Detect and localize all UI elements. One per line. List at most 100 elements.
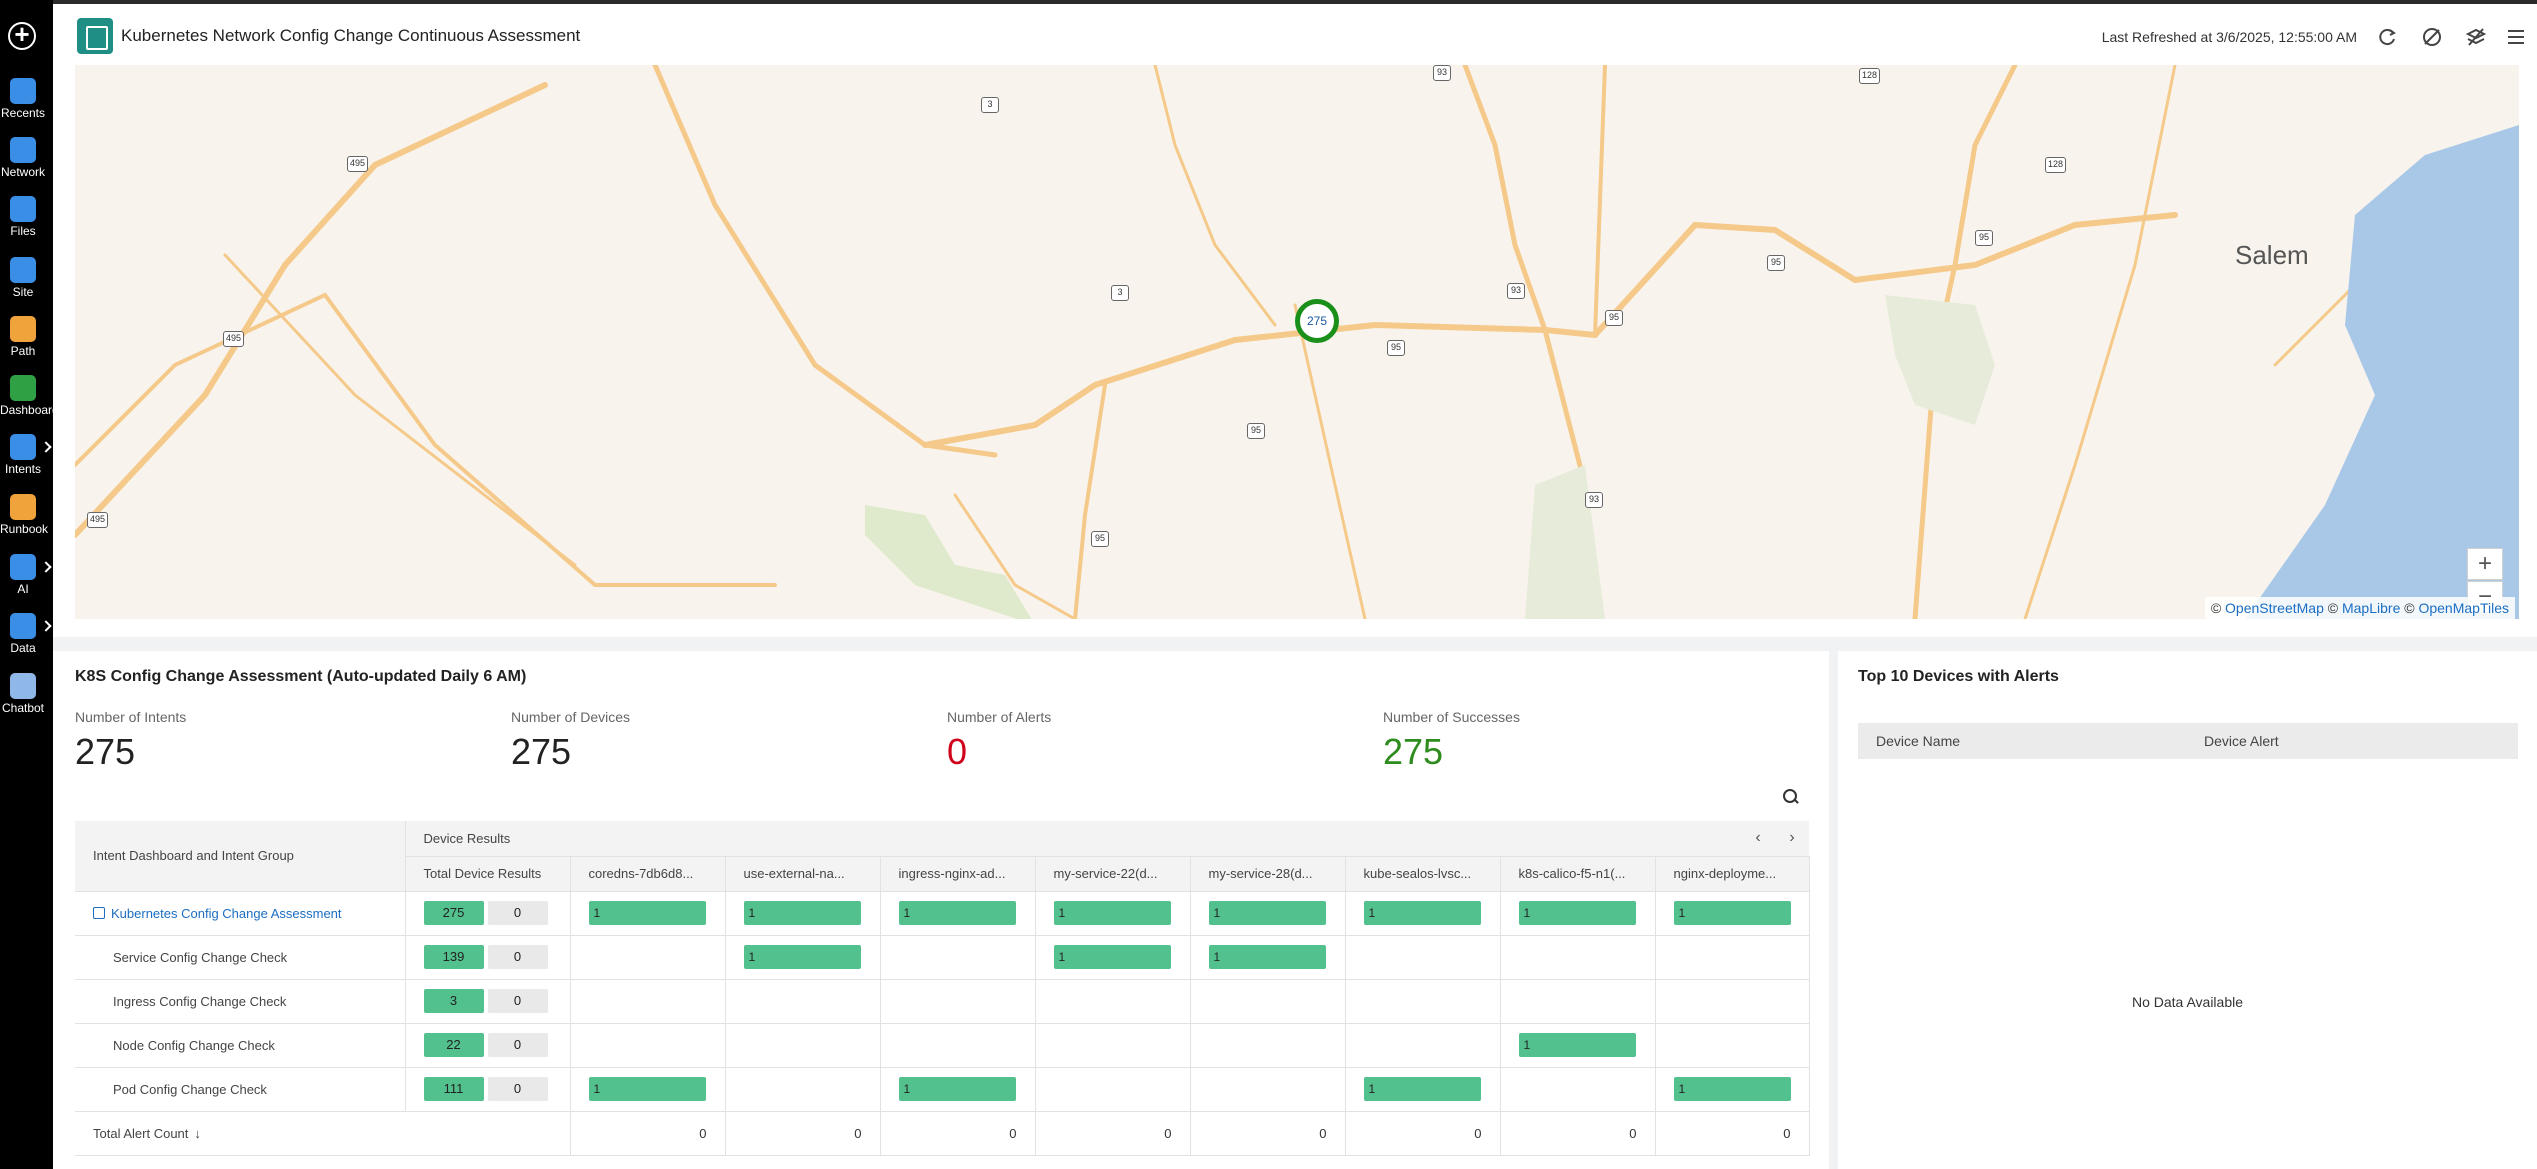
device-result-bar[interactable]: 1 — [1518, 1033, 1636, 1057]
hide-layer-icon[interactable] — [2465, 26, 2487, 48]
map-roads — [75, 65, 2519, 619]
stat-value[interactable]: 0 — [947, 731, 1051, 773]
device-cluster-marker[interactable]: 275 — [1295, 299, 1339, 343]
refresh-icon[interactable] — [2376, 26, 2398, 48]
maplibre-link[interactable]: MapLibre — [2342, 600, 2400, 616]
openmaptiles-link[interactable]: OpenMapTiles — [2418, 600, 2509, 616]
alert-count-badge[interactable]: 0 — [487, 901, 548, 925]
device-result-bar[interactable]: 1 — [743, 901, 861, 925]
device-column-header[interactable]: kube-sealos-lvsc... — [1345, 856, 1501, 892]
top10-table-header: Device Name Device Alert — [1858, 723, 2518, 759]
row-label: Ingress Config Change Check — [113, 993, 287, 1009]
device-result-cell: 1 — [1190, 891, 1346, 936]
success-count-badge[interactable]: 111 — [423, 1077, 484, 1101]
alert-count-badge[interactable]: 0 — [487, 989, 548, 1013]
sidebar-item-path[interactable]: Path — [0, 316, 46, 358]
device-column-header[interactable]: use-external-na... — [725, 856, 881, 892]
scroll-left-button[interactable]: ‹ — [1745, 827, 1771, 851]
device-result-cell — [1500, 935, 1656, 980]
success-count-badge[interactable]: 275 — [423, 901, 484, 925]
intents-icon — [10, 434, 36, 460]
device-result-cell — [880, 1023, 1036, 1068]
device-result-bar[interactable]: 1 — [1363, 901, 1481, 925]
zoom-in-button[interactable]: + — [2467, 548, 2503, 580]
sort-down-icon[interactable]: ↓ — [194, 1126, 201, 1141]
sidebar-item-dashboard[interactable]: Dashboard — [0, 375, 59, 417]
device-result-cell: 1 — [570, 891, 726, 936]
device-result-bar[interactable]: 1 — [743, 945, 861, 969]
device-result-cell: 1 — [1190, 935, 1346, 980]
stat-value[interactable]: 275 — [1383, 731, 1520, 773]
openstreetmap-link[interactable]: OpenStreetMap — [2225, 600, 2324, 616]
total-alert-label: Total Alert Count ↓ — [75, 1111, 405, 1156]
device-result-bar[interactable]: 1 — [588, 901, 706, 925]
alert-count-badge[interactable]: 0 — [487, 1077, 548, 1101]
stat-number-of-intents: Number of Intents 275 — [75, 709, 186, 773]
device-result-cell — [1345, 935, 1501, 980]
sidebar-item-ai[interactable]: AI — [0, 554, 46, 596]
sidebar-item-intents[interactable]: Intents — [0, 434, 46, 476]
alert-count-badge[interactable]: 0 — [487, 1033, 548, 1057]
sidebar-item-files[interactable]: Files — [0, 196, 46, 238]
route-shield: 128 — [1859, 68, 1881, 84]
device-result-cell: 1 — [725, 891, 881, 936]
device-result-bar[interactable]: 1 — [898, 901, 1016, 925]
device-result-bar[interactable]: 1 — [1518, 901, 1636, 925]
sidebar-item-network[interactable]: Network — [0, 137, 46, 179]
device-result-bar[interactable]: 1 — [1208, 901, 1326, 925]
scroll-right-button[interactable]: › — [1779, 827, 1805, 851]
success-count-badge[interactable]: 3 — [423, 989, 484, 1013]
device-alert-column-header[interactable]: Device Alert — [2204, 733, 2279, 749]
device-result-bar[interactable]: 1 — [1363, 1077, 1481, 1101]
stat-value[interactable]: 275 — [511, 731, 630, 773]
assessment-panel: K8S Config Change Assessment (Auto-updat… — [53, 651, 1829, 1169]
ai-icon — [10, 554, 36, 580]
success-count-badge[interactable]: 139 — [423, 945, 484, 969]
device-result-bar[interactable]: 1 — [1053, 901, 1171, 925]
device-result-bar[interactable]: 1 — [898, 1077, 1016, 1101]
device-name-column-header[interactable]: Device Name — [1876, 733, 1960, 749]
total-results-header[interactable]: Total Device Results — [405, 856, 571, 892]
alert-count-cell: 0 — [1655, 1111, 1810, 1156]
device-column-header[interactable]: k8s-calico-f5-n1(... — [1500, 856, 1656, 892]
map-canvas[interactable]: 495 495 495 3 3 93 93 93 95 95 95 95 95 95 128 128 Sale… — [75, 65, 2519, 619]
success-count-badge[interactable]: 22 — [423, 1033, 484, 1057]
alert-count-badge[interactable]: 0 — [487, 945, 548, 969]
total-results-cell: 30 — [405, 979, 571, 1024]
sidebar-item-site[interactable]: Site — [0, 257, 46, 299]
device-column-header[interactable]: nginx-deployme... — [1655, 856, 1810, 892]
stat-value[interactable]: 275 — [75, 731, 186, 773]
sidebar-item-label: Dashboard — [0, 403, 59, 417]
sidebar-item-recents[interactable]: Recents — [0, 78, 46, 120]
device-result-bar[interactable]: 1 — [1673, 1077, 1791, 1101]
route-shield: 495 — [347, 156, 369, 172]
device-result-cell — [1190, 979, 1346, 1024]
menu-icon[interactable] — [2505, 26, 2527, 48]
search-icon[interactable] — [1783, 789, 1799, 805]
route-shield: 95 — [1247, 423, 1265, 439]
alert-count-cell: 0 — [1035, 1111, 1191, 1156]
sidebar-item-chatbot[interactable]: Chatbot — [0, 673, 46, 715]
intent-group-name: Service Config Change Check — [75, 935, 406, 980]
device-column-header[interactable]: my-service-28(d... — [1190, 856, 1346, 892]
device-result-bar[interactable]: 1 — [1208, 945, 1326, 969]
hide-map-icon[interactable] — [2421, 26, 2443, 48]
device-result-cell — [570, 935, 726, 980]
intent-dashboard-link[interactable]: Kubernetes Config Change Assessment — [75, 891, 406, 936]
sidebar-item-runbook[interactable]: Runbook — [0, 494, 48, 536]
device-column-header[interactable]: coredns-7db6d8... — [570, 856, 726, 892]
route-shield: 3 — [1111, 285, 1129, 301]
device-column-header[interactable]: my-service-22(d... — [1035, 856, 1191, 892]
device-result-bar[interactable]: 1 — [1053, 945, 1171, 969]
add-icon[interactable]: + — [8, 21, 36, 50]
sidebar-item-data[interactable]: Data — [0, 613, 46, 655]
device-result-bar[interactable]: 1 — [1673, 901, 1791, 925]
sidebar-item-label: Recents — [0, 106, 46, 120]
data-icon — [10, 613, 36, 639]
route-shield: 3 — [981, 97, 999, 113]
last-refreshed-text: Last Refreshed at 3/6/2025, 12:55:00 AM — [2101, 29, 2357, 45]
row-label: Pod Config Change Check — [113, 1081, 267, 1097]
device-column-header[interactable]: ingress-nginx-ad... — [880, 856, 1036, 892]
device-results-header: Device Results ‹ › — [405, 821, 1810, 857]
device-result-bar[interactable]: 1 — [588, 1077, 706, 1101]
